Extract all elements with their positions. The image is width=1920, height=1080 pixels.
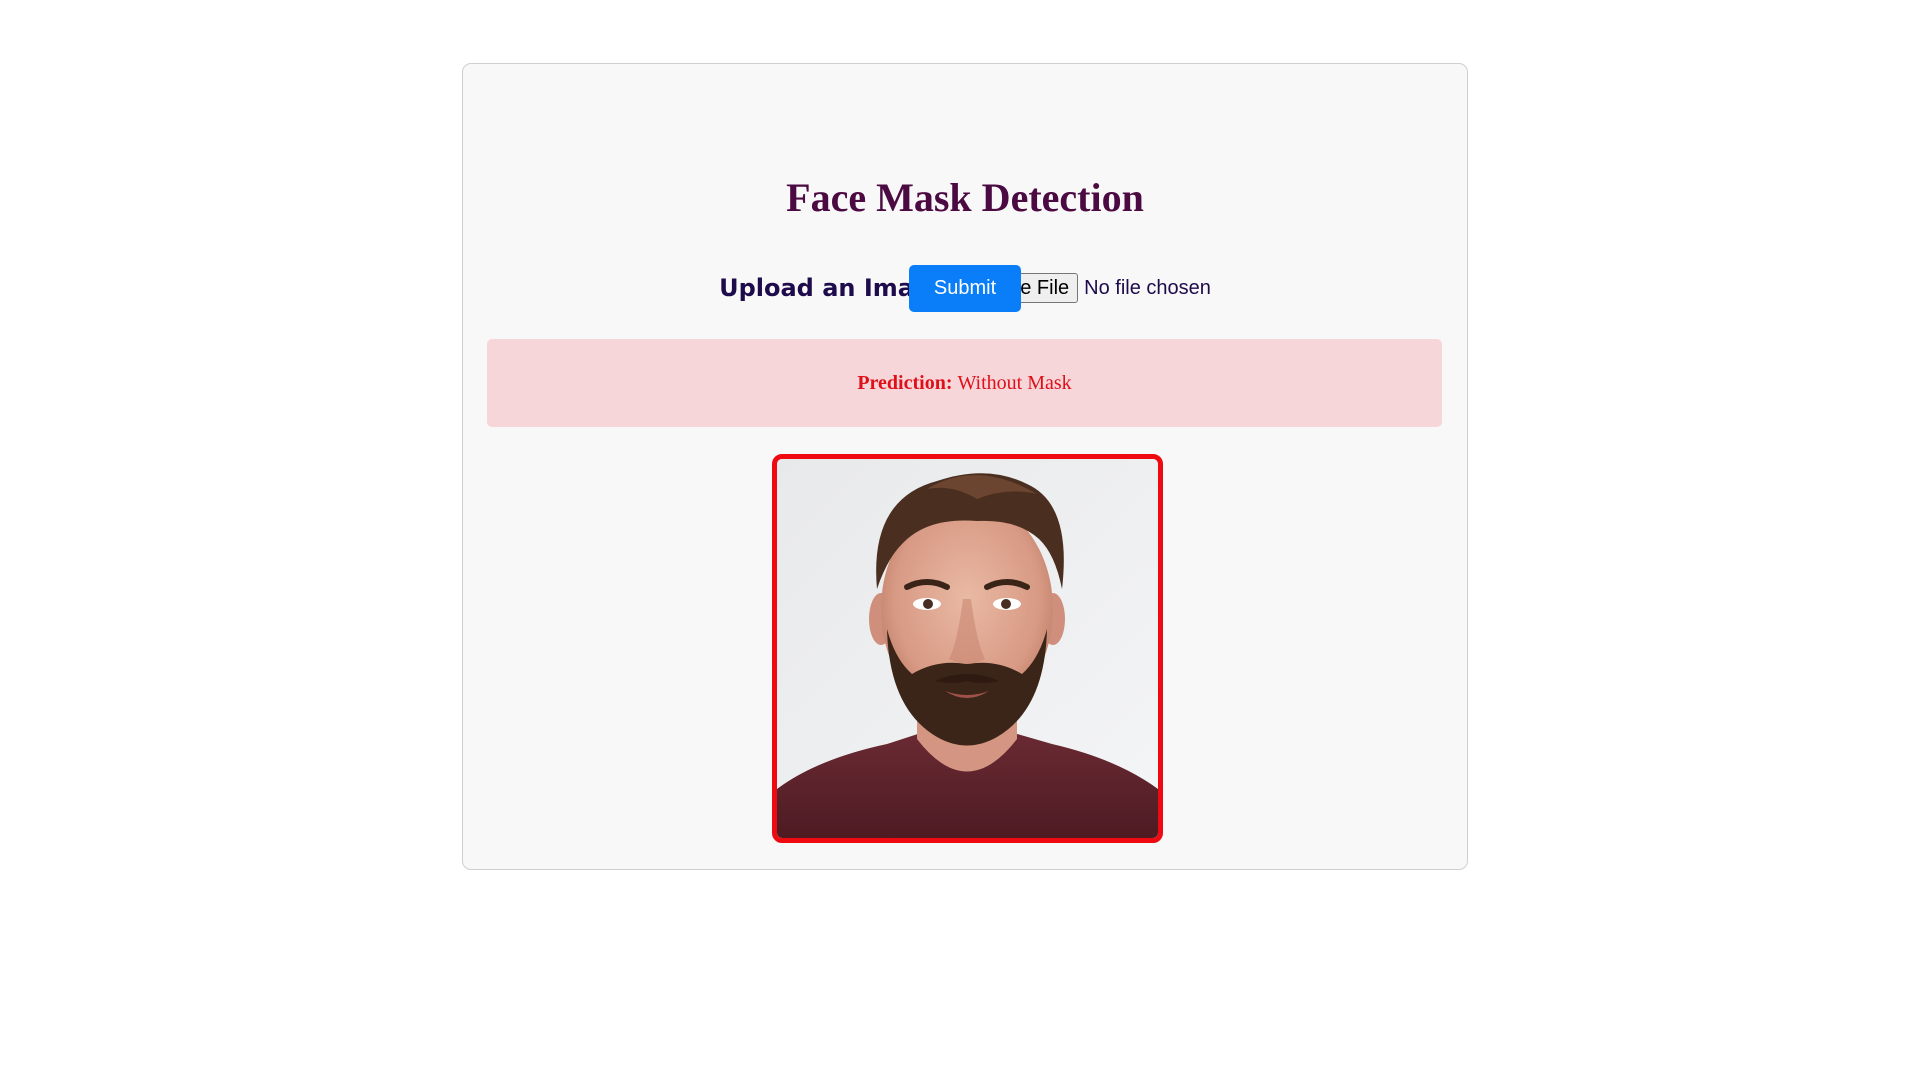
uploaded-image <box>772 454 1163 843</box>
file-status-text: No file chosen <box>1084 276 1211 299</box>
prediction-alert: Prediction: Without Mask <box>487 339 1442 427</box>
page-title: Face Mask Detection <box>786 175 1144 220</box>
prediction-value: Without Mask <box>957 371 1072 394</box>
portrait-photo <box>777 459 1158 838</box>
detection-card: Face Mask Detection Upload an Image Choo… <box>462 63 1468 870</box>
prediction-label: Prediction: <box>857 371 953 394</box>
submit-button[interactable]: Submit <box>909 265 1021 312</box>
